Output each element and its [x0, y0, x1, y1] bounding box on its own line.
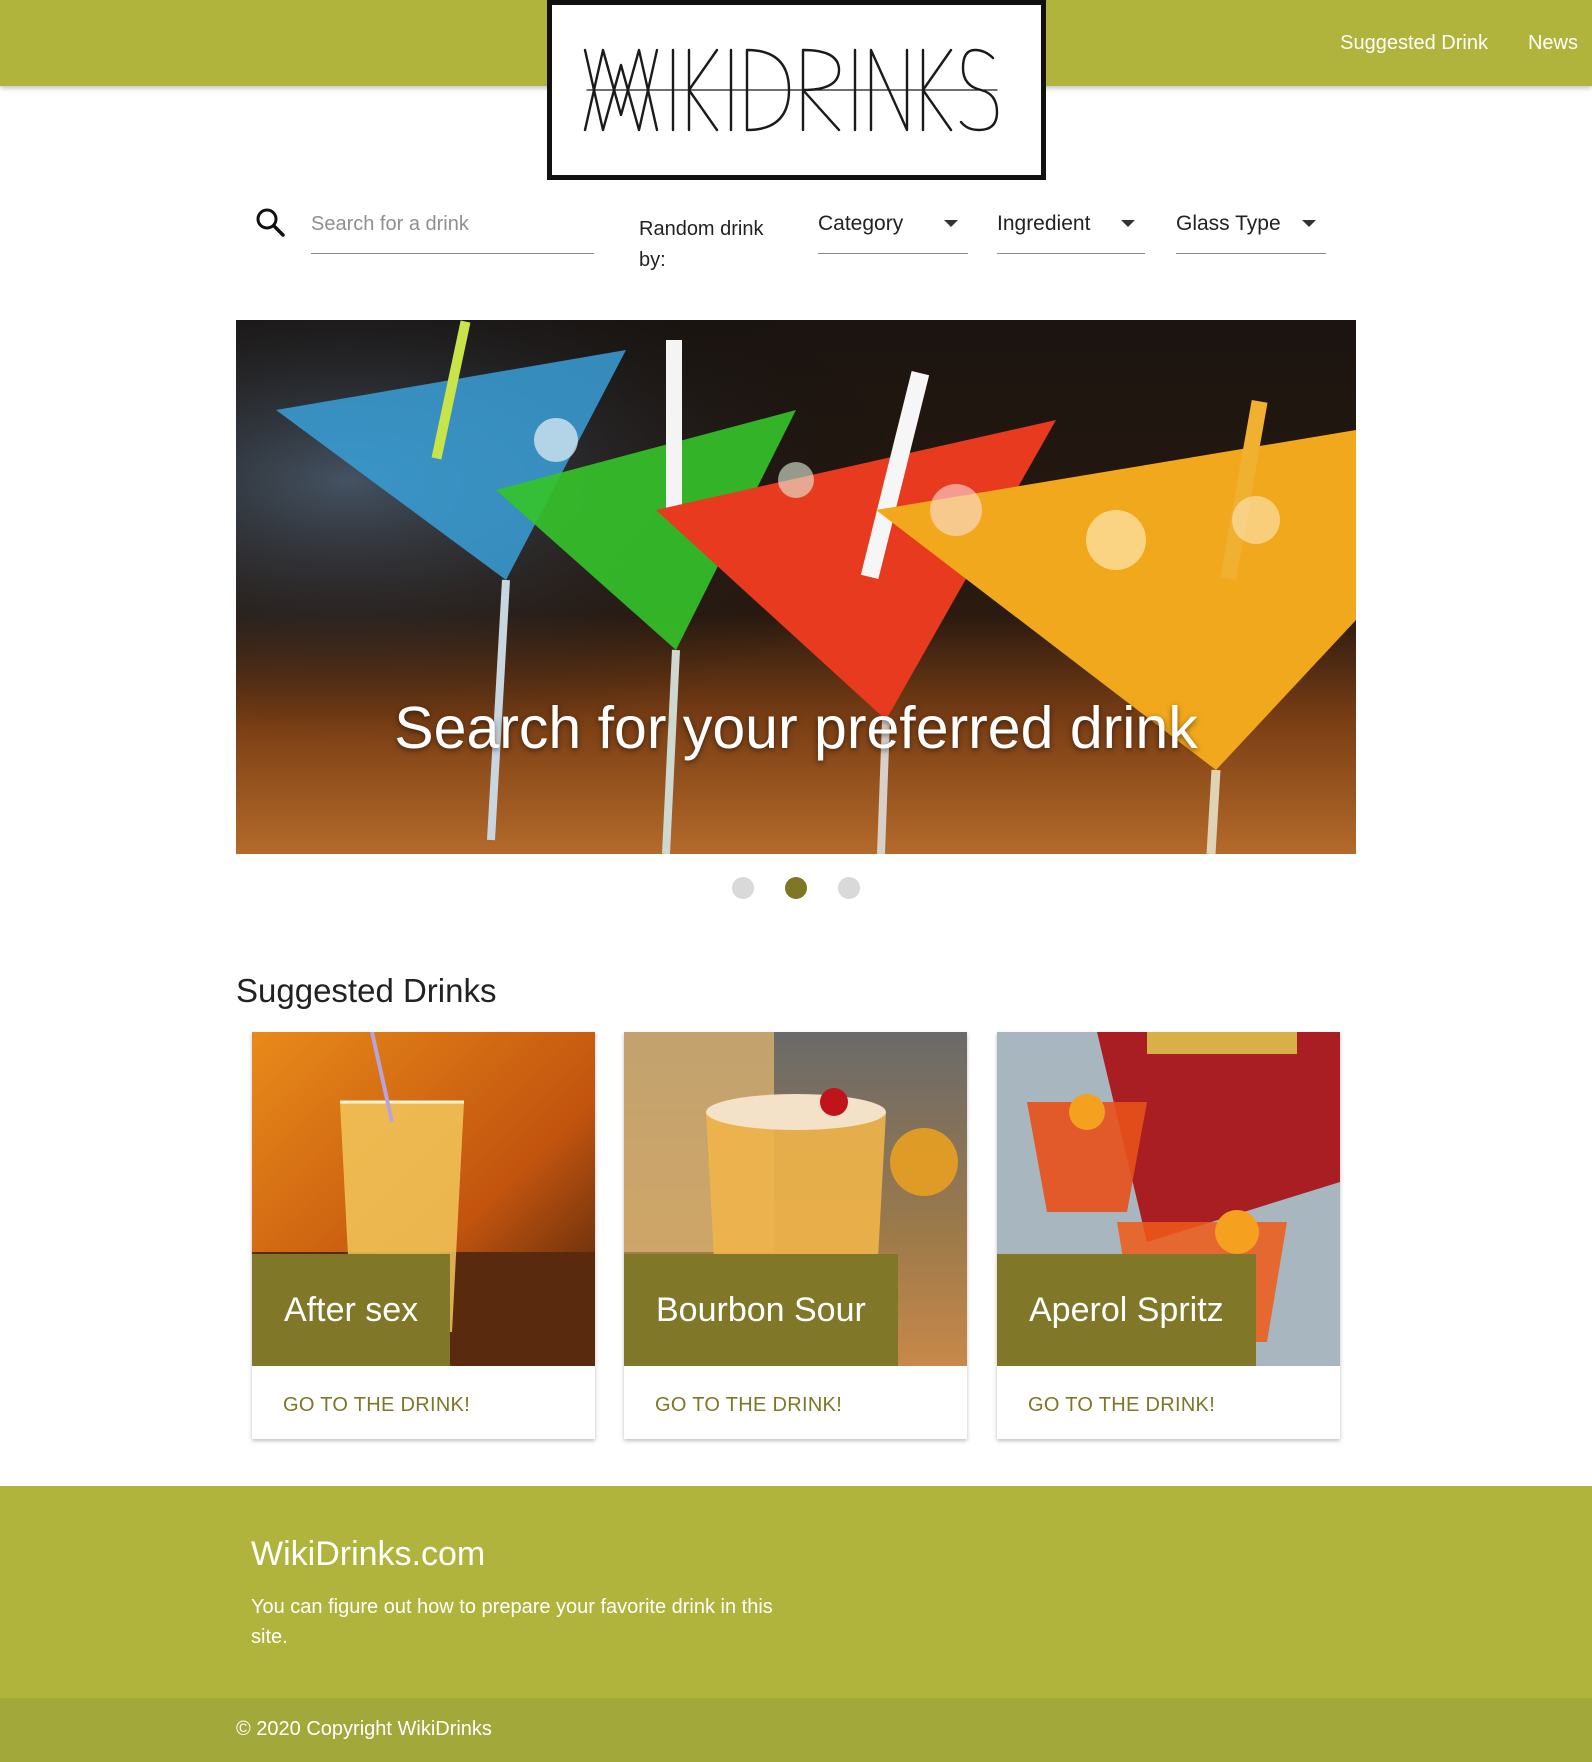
- copyright-text: © 2020 Copyright WikiDrinks: [236, 1718, 492, 1740]
- ingredient-dropdown-label: Ingredient: [997, 211, 1091, 235]
- copyright-bar: © 2020 Copyright WikiDrinks: [0, 1698, 1592, 1762]
- drink-card-title: After sex: [252, 1254, 451, 1366]
- glass-type-dropdown[interactable]: Glass Type: [1176, 200, 1326, 254]
- drink-card-title: Bourbon Sour: [624, 1254, 898, 1366]
- chevron-down-icon: [1121, 220, 1135, 227]
- drink-card-image: After sex: [252, 1032, 595, 1366]
- go-to-drink-button[interactable]: GO TO THE DRINK!: [655, 1394, 842, 1417]
- footer: WikiDrinks.com You can figure out how to…: [0, 1486, 1592, 1698]
- drink-card: Aperol Spritz GO TO THE DRINK!: [997, 1032, 1340, 1439]
- site-logo[interactable]: [547, 0, 1046, 180]
- hero-cocktails-image: [236, 320, 1356, 854]
- drink-card-image: Aperol Spritz: [997, 1032, 1340, 1366]
- category-dropdown-label: Category: [818, 211, 904, 235]
- search-icon[interactable]: [254, 206, 286, 238]
- carousel-dot-1[interactable]: [732, 877, 754, 899]
- go-to-drink-button[interactable]: GO TO THE DRINK!: [1028, 1394, 1215, 1417]
- drink-card-title: Aperol Spritz: [997, 1254, 1256, 1366]
- drink-card: After sex GO TO THE DRINK!: [252, 1032, 595, 1439]
- carousel-dot-2[interactable]: [785, 877, 807, 899]
- drink-card: Bourbon Sour GO TO THE DRINK!: [624, 1032, 967, 1439]
- ingredient-dropdown[interactable]: Ingredient: [997, 200, 1145, 254]
- random-drink-label: Random drink by:: [639, 218, 764, 271]
- footer-description: You can figure out how to prepare your f…: [251, 1596, 773, 1648]
- glass-type-dropdown-label: Glass Type: [1176, 211, 1281, 235]
- logo-wordmark: [583, 48, 998, 132]
- search-field: [311, 200, 594, 254]
- nav-link-news[interactable]: News: [1528, 32, 1578, 55]
- hero-caption: Search for your preferred drink: [394, 695, 1198, 761]
- suggested-drinks-heading: Suggested Drinks: [236, 972, 497, 1009]
- nav-link-suggested-drink[interactable]: Suggested Drink: [1340, 32, 1488, 55]
- search-input[interactable]: [311, 200, 594, 248]
- hero-carousel[interactable]: [236, 320, 1356, 854]
- category-dropdown[interactable]: Category: [818, 200, 968, 254]
- footer-title: WikiDrinks.com: [251, 1535, 486, 1573]
- go-to-drink-button[interactable]: GO TO THE DRINK!: [283, 1394, 470, 1417]
- chevron-down-icon: [1302, 220, 1316, 227]
- nav-links: Suggested Drink News: [1340, 0, 1578, 86]
- carousel-dot-3[interactable]: [838, 877, 860, 899]
- drink-card-image: Bourbon Sour: [624, 1032, 967, 1366]
- carousel-indicators: [0, 877, 1592, 899]
- chevron-down-icon: [944, 220, 958, 227]
